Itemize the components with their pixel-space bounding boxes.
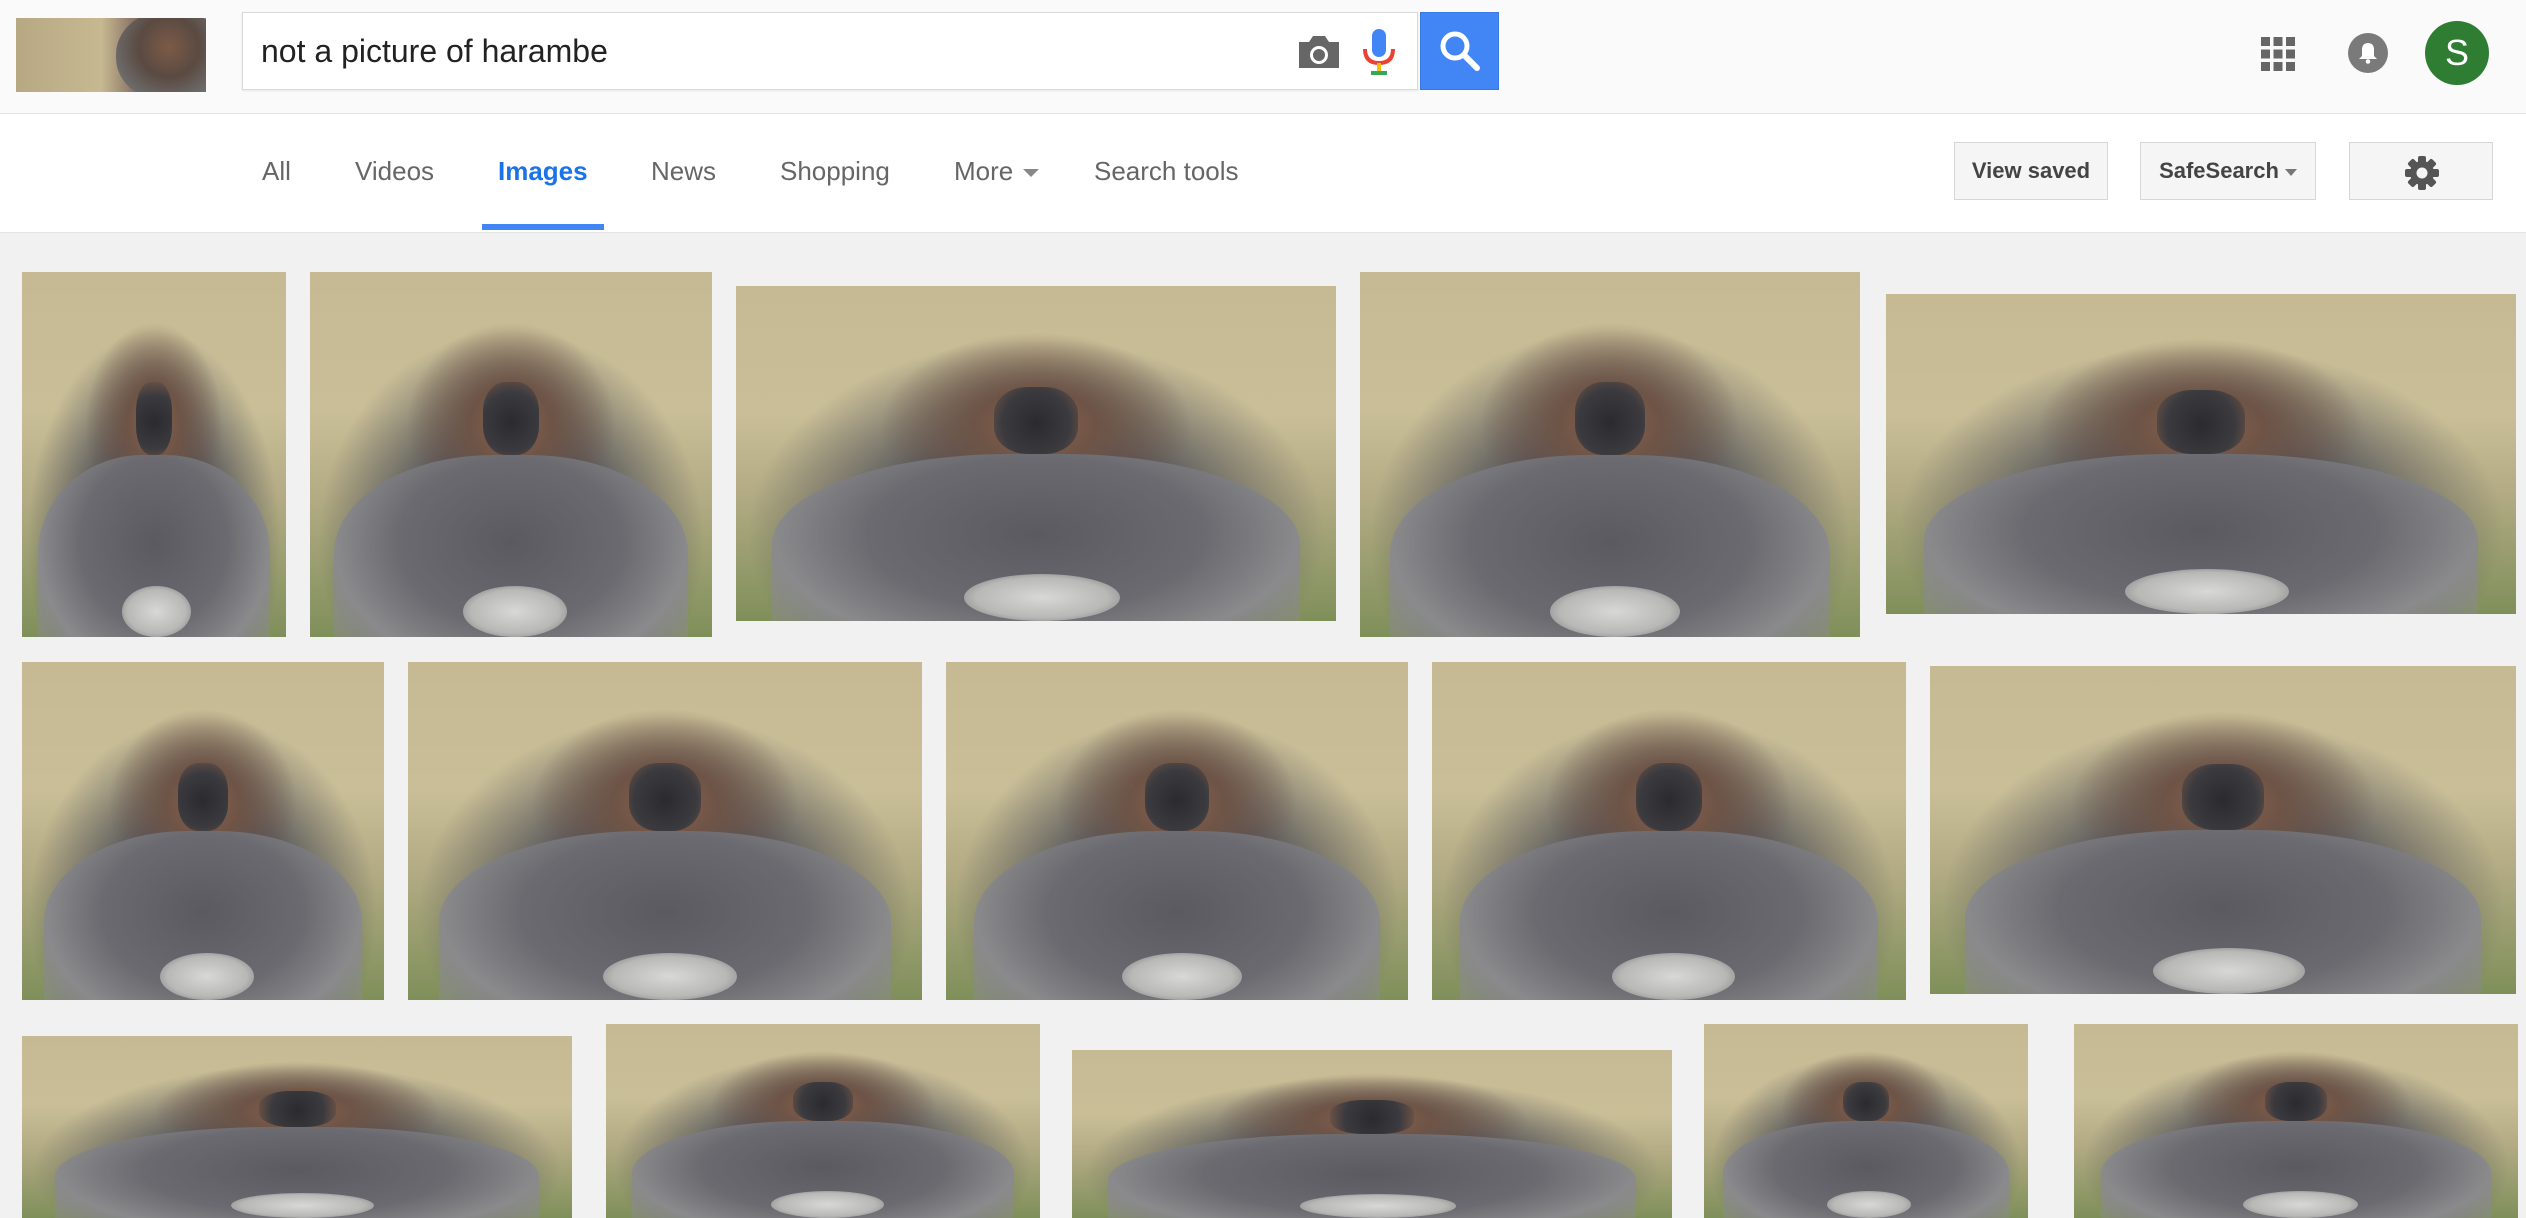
image-result[interactable] — [1360, 272, 1860, 637]
image-result[interactable] — [408, 662, 922, 1000]
bell-icon[interactable] — [2348, 33, 2388, 73]
image-result[interactable] — [22, 662, 384, 1000]
search-nav-bar: All Videos Images News Shopping More Sea… — [0, 114, 2526, 233]
tab-news[interactable]: News — [651, 114, 716, 232]
image-result[interactable] — [1930, 666, 2516, 994]
search-input[interactable] — [261, 13, 1241, 89]
safesearch-button[interactable]: SafeSearch — [2140, 142, 2316, 200]
image-results-grid — [0, 233, 2526, 1218]
tab-more-label: More — [954, 156, 1014, 186]
camera-icon[interactable] — [1295, 32, 1343, 72]
image-result[interactable] — [1432, 662, 1906, 1000]
view-saved-button[interactable]: View saved — [1954, 142, 2108, 200]
image-result[interactable] — [22, 272, 286, 637]
search-box[interactable] — [242, 12, 1418, 90]
chevron-down-icon — [1023, 169, 1040, 178]
microphone-icon[interactable] — [1359, 27, 1399, 77]
active-tab-indicator — [482, 224, 604, 230]
safesearch-label: SafeSearch — [2159, 158, 2279, 183]
tab-images[interactable]: Images — [498, 114, 588, 232]
chevron-down-icon — [2284, 168, 2297, 176]
image-result[interactable] — [1704, 1024, 2028, 1218]
avatar[interactable]: S — [2425, 21, 2489, 85]
top-bar: S — [0, 0, 2526, 114]
search-button[interactable] — [1420, 12, 1499, 90]
image-result[interactable] — [310, 272, 712, 637]
tab-videos[interactable]: Videos — [355, 114, 434, 232]
image-result[interactable] — [2074, 1024, 2518, 1218]
image-result[interactable] — [1886, 294, 2516, 614]
tab-search-tools[interactable]: Search tools — [1094, 114, 1239, 232]
image-result[interactable] — [606, 1024, 1040, 1218]
settings-button[interactable] — [2349, 142, 2493, 200]
image-result[interactable] — [1072, 1050, 1672, 1218]
magnifier-icon — [1440, 31, 1480, 71]
apps-grid-icon[interactable] — [2261, 37, 2295, 71]
image-result[interactable] — [736, 286, 1336, 621]
image-result[interactable] — [946, 662, 1408, 1000]
image-result[interactable] — [22, 1036, 572, 1218]
tab-shopping[interactable]: Shopping — [780, 114, 890, 232]
gear-icon — [2405, 156, 2439, 190]
tab-more[interactable]: More — [954, 114, 1040, 232]
logo-thumbnail[interactable] — [16, 18, 206, 92]
tab-all[interactable]: All — [262, 114, 291, 232]
